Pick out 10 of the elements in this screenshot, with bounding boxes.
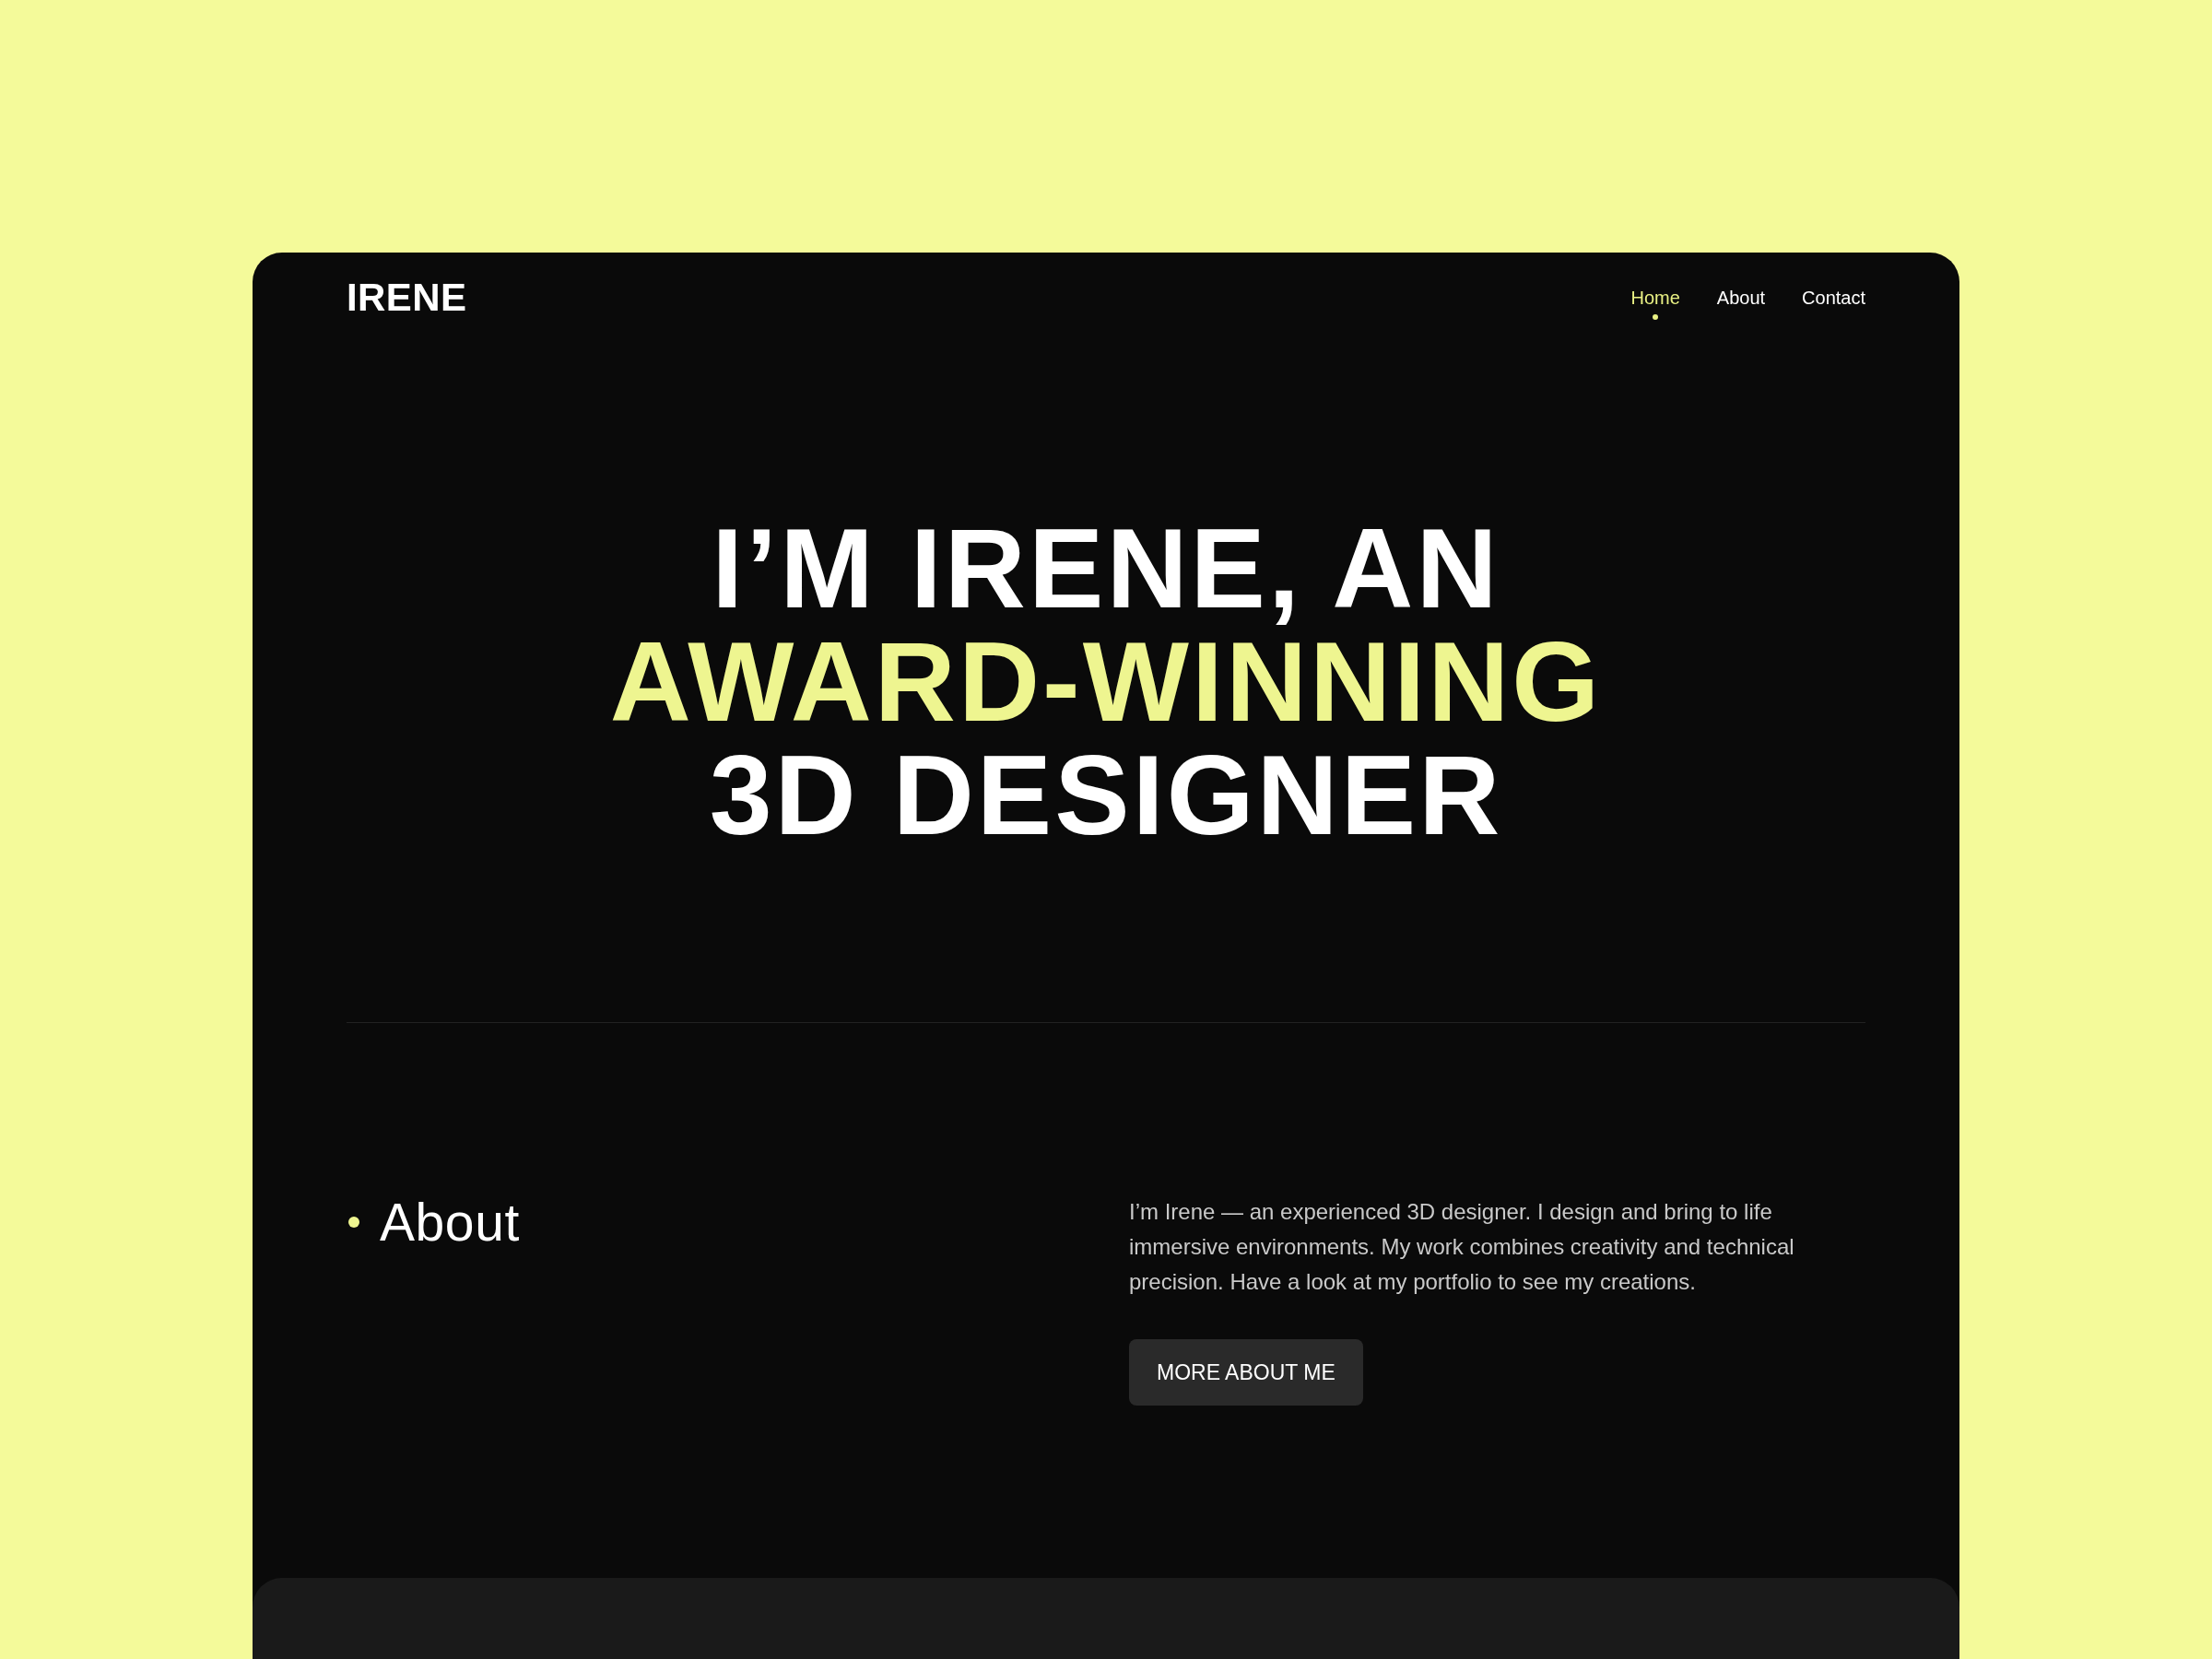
dot-icon (348, 1217, 359, 1228)
nav-link[interactable]: Home (1630, 287, 1680, 320)
about-paragraph: I’m Irene — an experienced 3D designer. I design and bring to life immersive environments. My work combines creativity and technical precision. Have a look at my portfolio to see my creations. (1129, 1198, 1795, 1296)
hero-headline: I’M IRENE, AN AWARD-WINNING 3D DESIGNER (609, 512, 1603, 853)
nav-link[interactable]: About (1716, 287, 1766, 320)
nav-link[interactable]: Contact (1802, 287, 1865, 320)
active-dot-icon (1653, 314, 1659, 320)
more-about-button[interactable]: MORE ABOUT ME (1129, 1339, 1363, 1406)
section-heading: About (380, 1194, 520, 1250)
logo[interactable]: IRENE (347, 278, 467, 317)
